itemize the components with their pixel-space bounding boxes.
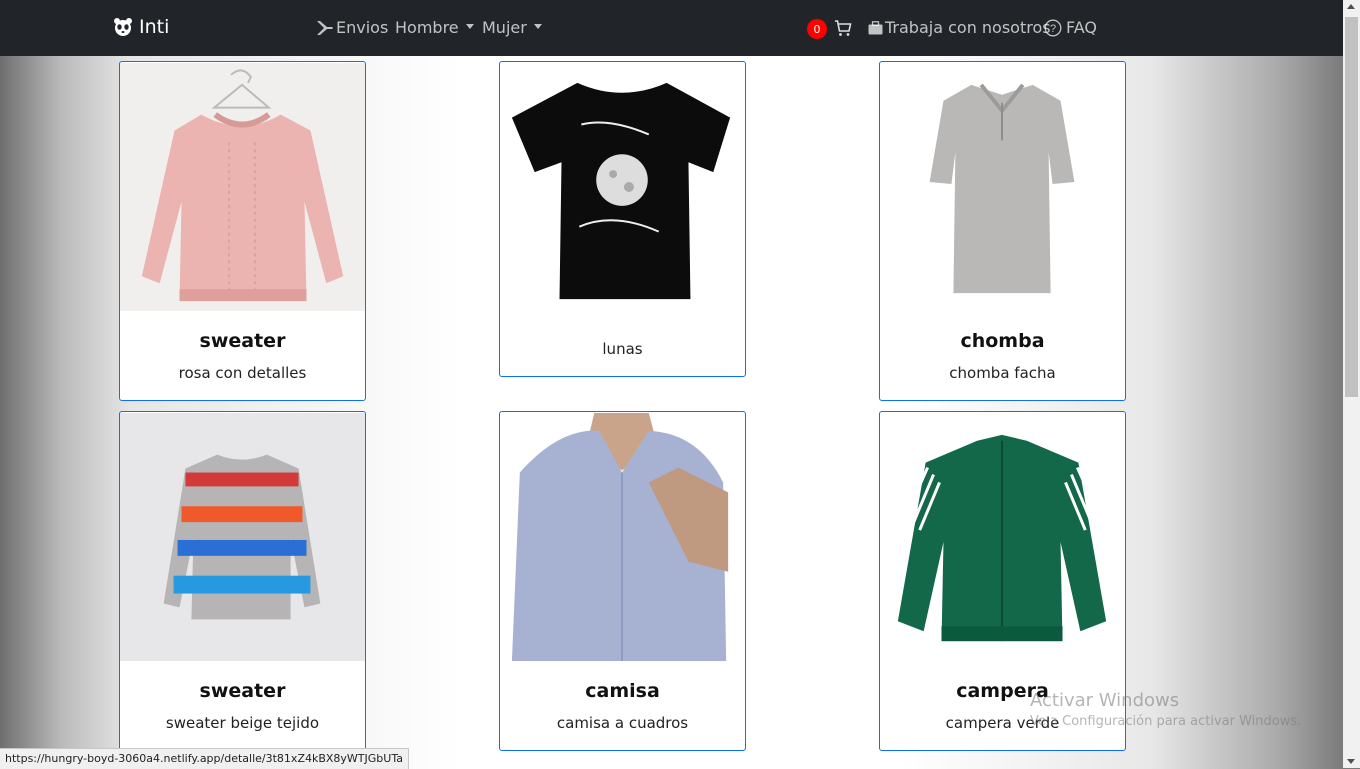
product-title: sweater [199, 680, 286, 702]
cart-icon[interactable] [834, 20, 852, 37]
panda-logo-icon [114, 18, 132, 36]
grey-polo-image [880, 63, 1125, 311]
nav-hombre-dropdown[interactable]: Hombre [395, 18, 474, 37]
scroll-up-arrow-icon[interactable] [1347, 4, 1355, 9]
nav-envios[interactable]: Envios [316, 18, 388, 37]
airplane-icon [317, 20, 333, 35]
blue-shirt-image [500, 413, 745, 661]
nav-hombre-label: Hombre [395, 18, 459, 37]
pink-sweater-image [120, 63, 365, 311]
vertical-scrollbar[interactable] [1343, 0, 1360, 768]
product-description: chomba facha [949, 364, 1056, 382]
nav-mujer-label: Mujer [482, 18, 527, 37]
product-description: sweater beige tejido [165, 714, 320, 732]
brand-name: Inti [139, 16, 170, 38]
product-description: lunas [602, 340, 643, 358]
product-description: rosa con detalles [178, 364, 307, 382]
question-circle-icon: ? [1044, 19, 1062, 36]
caret-down-icon [465, 24, 474, 29]
product-card[interactable]: lunas [499, 61, 746, 377]
scrollbar-thumb[interactable] [1345, 17, 1358, 397]
caret-down-icon [533, 24, 542, 29]
navbar: Inti Envios Hombre Mujer 0 Trabaja con n… [0, 0, 1343, 56]
nav-envios-label: Envios [336, 18, 389, 37]
product-card[interactable]: camisa camisa a cuadros [499, 411, 746, 751]
scroll-down-arrow-icon[interactable] [1347, 759, 1355, 764]
nav-trabaja-label: Trabaja con nosotros [885, 18, 1051, 37]
green-jacket-image [880, 413, 1125, 661]
product-title: chomba [960, 330, 1045, 352]
nav-faq-label: FAQ [1066, 18, 1097, 37]
cart-count-badge: 0 [807, 19, 827, 39]
product-title: camisa [585, 680, 660, 702]
striped-sweater-image [120, 413, 365, 661]
briefcase-icon [868, 20, 883, 34]
black-tshirt-image [500, 63, 745, 311]
product-card[interactable]: chomba chomba facha [879, 61, 1126, 401]
windows-activation-hint: Ve a Configuración para activar Windows. [1030, 714, 1302, 729]
brand-link[interactable]: Inti [113, 16, 169, 38]
windows-activation-watermark: Activar Windows [1030, 690, 1180, 711]
nav-faq[interactable]: ? FAQ [1044, 18, 1097, 37]
nav-mujer-dropdown[interactable]: Mujer [482, 18, 542, 37]
svg-text:?: ? [1050, 23, 1056, 35]
status-bar-url: https://hungry-boyd-3060a4.netlify.app/d… [0, 748, 409, 769]
product-description: camisa a cuadros [556, 714, 689, 732]
product-card[interactable]: sweater rosa con detalles [119, 61, 366, 401]
product-title: sweater [199, 330, 286, 352]
product-card[interactable]: sweater sweater beige tejido [119, 411, 366, 761]
nav-trabaja[interactable]: Trabaja con nosotros [868, 18, 1051, 37]
